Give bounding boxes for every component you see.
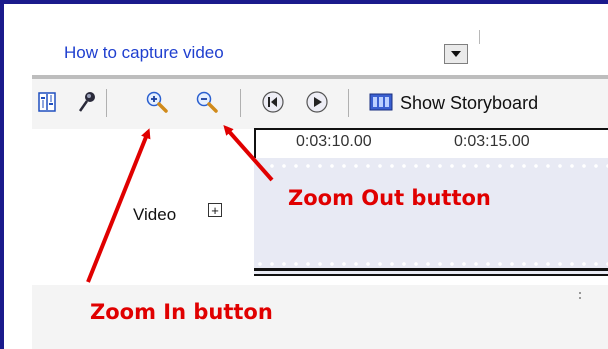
video-track-label: Video: [133, 205, 177, 224]
set-audio-levels-icon: [38, 92, 56, 112]
play-icon: [306, 91, 328, 113]
ruler-tick-label: 0:03:15.00: [454, 133, 530, 150]
zoom-in-annotation: Zoom In button: [90, 300, 273, 324]
dropdown-arrow-icon: [451, 51, 461, 57]
rewind-button[interactable]: [260, 89, 286, 115]
task-link[interactable]: How to capture video: [64, 43, 224, 63]
storyboard-icon: [369, 93, 393, 111]
timeline-ruler[interactable]: 0:03:10.00 0:03:15.00: [254, 128, 608, 158]
zoom-in-icon: [146, 91, 168, 113]
rewind-icon: [262, 91, 284, 113]
marker-dot: [579, 292, 581, 294]
zoom-out-button[interactable]: [194, 89, 220, 115]
toolbar-separator: [106, 89, 107, 117]
zoom-in-button[interactable]: [144, 89, 170, 115]
video-track[interactable]: [254, 158, 608, 276]
toolbar-separator: [240, 89, 241, 117]
track-border: [254, 274, 608, 276]
set-audio-levels-button[interactable]: [34, 89, 60, 115]
timeline-toolbar: Show Storyboard: [32, 79, 608, 129]
zoom-out-annotation: Zoom Out button: [288, 186, 491, 210]
film-perforations: [254, 164, 608, 168]
toolbar-separator: [348, 89, 349, 117]
task-dropdown-button[interactable]: [444, 44, 468, 64]
separator-mark: [479, 30, 480, 44]
marker-dot: [579, 297, 581, 299]
track-border: [254, 268, 608, 271]
ruler-tick-label: 0:03:10.00: [296, 133, 372, 150]
play-button[interactable]: [304, 89, 330, 115]
expand-track-button[interactable]: +: [208, 203, 222, 217]
zoom-out-icon: [196, 91, 218, 113]
show-storyboard-label[interactable]: Show Storyboard: [400, 93, 538, 114]
film-perforations: [254, 262, 608, 266]
narrate-timeline-icon: [78, 92, 95, 112]
narrate-timeline-button[interactable]: [74, 89, 100, 115]
show-storyboard-button[interactable]: [368, 89, 394, 115]
